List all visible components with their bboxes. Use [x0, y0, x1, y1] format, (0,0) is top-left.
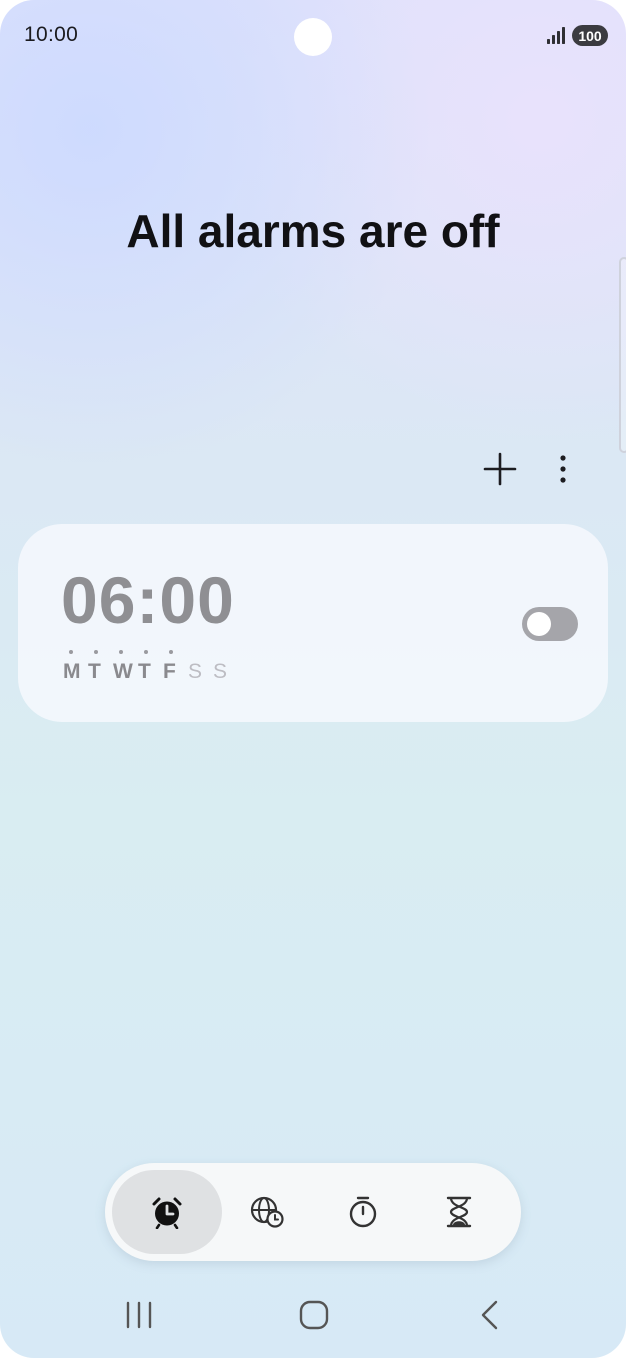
more-vertical-icon — [560, 455, 566, 483]
back-icon — [481, 1300, 498, 1330]
alarm-card[interactable]: 06:00 M T W T F S S — [18, 524, 608, 722]
day-active-dot — [119, 650, 123, 654]
signal-icon — [547, 27, 565, 44]
back-button[interactable] — [460, 1292, 520, 1338]
alarm-clock-icon — [152, 1197, 182, 1229]
home-button[interactable] — [284, 1292, 344, 1338]
page-title: All alarms are off — [126, 205, 500, 257]
day-wednesday: W — [113, 648, 138, 684]
add-alarm-button[interactable] — [476, 445, 524, 493]
battery-icon: 100 — [572, 25, 608, 46]
tab-timer[interactable] — [404, 1170, 514, 1254]
day-thursday: T — [138, 648, 163, 684]
status-time: 10:00 — [24, 23, 79, 46]
day-active-dot — [94, 650, 98, 654]
system-navigation-bar — [0, 1280, 626, 1350]
home-icon — [299, 1300, 329, 1330]
stopwatch-icon — [349, 1196, 377, 1228]
front-camera-cutout — [294, 18, 332, 56]
alarm-toggle-switch[interactable] — [522, 607, 578, 641]
tab-world-clock[interactable] — [212, 1170, 322, 1254]
edge-panel-handle[interactable] — [619, 257, 626, 453]
hourglass-icon — [446, 1196, 472, 1228]
bottom-tab-bar — [105, 1163, 521, 1261]
alarm-time: 06:00 — [61, 563, 235, 637]
day-sunday: S — [213, 660, 228, 683]
day-active-dot — [69, 650, 73, 654]
day-tuesday: T — [88, 648, 113, 684]
world-clock-icon — [250, 1196, 284, 1228]
alarm-repeat-days: M T W T F S S — [63, 648, 238, 684]
tab-alarm[interactable] — [112, 1170, 222, 1254]
day-friday: F — [163, 648, 188, 684]
day-saturday: S — [188, 660, 203, 683]
recent-apps-icon — [126, 1301, 152, 1329]
clock-app-screen: 10:00 100 All alarms are off 06:00 M T W… — [0, 0, 626, 1358]
day-active-dot — [169, 650, 173, 654]
status-bar: 10:00 100 — [0, 0, 626, 70]
day-monday: M — [63, 648, 88, 684]
toggle-knob — [527, 612, 551, 636]
plus-icon — [483, 452, 517, 486]
recent-apps-button[interactable] — [109, 1292, 169, 1338]
battery-level: 100 — [578, 27, 602, 44]
more-options-button[interactable] — [539, 445, 587, 493]
day-active-dot — [144, 650, 148, 654]
tab-stopwatch[interactable] — [308, 1170, 418, 1254]
